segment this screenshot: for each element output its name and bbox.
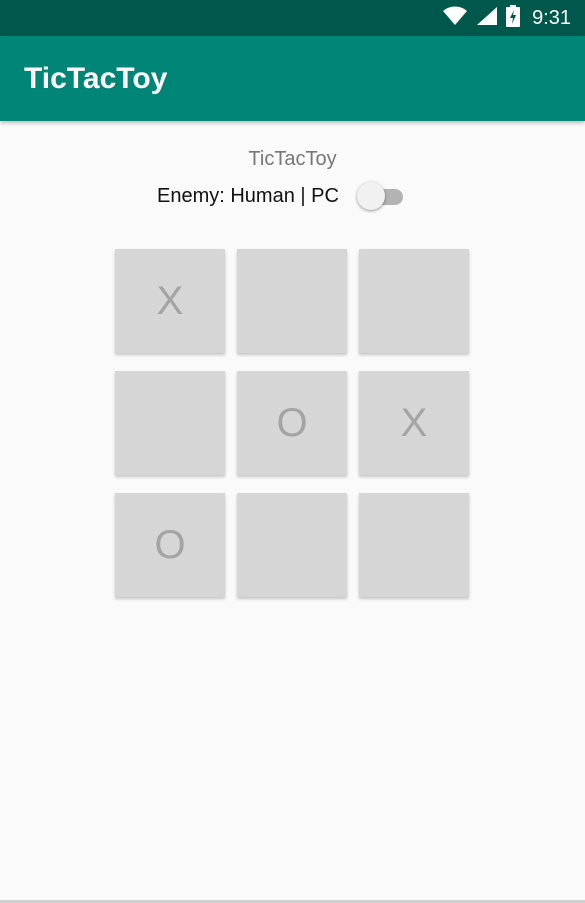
board-cell-1-0[interactable] <box>115 371 225 475</box>
enemy-toggle-switch[interactable] <box>355 180 407 212</box>
status-icons: 9:31 <box>442 0 571 36</box>
cell-signal-icon <box>476 6 498 31</box>
wifi-icon <box>442 6 468 31</box>
game-board: X O X O <box>115 249 470 599</box>
board-cell-1-1[interactable]: O <box>237 371 347 475</box>
status-time: 9:31 <box>532 6 571 29</box>
board-cell-0-2[interactable] <box>359 249 469 353</box>
status-bar: 9:31 <box>0 0 585 36</box>
app-title: TicTacToy <box>24 61 168 95</box>
board-cell-2-0[interactable]: O <box>115 493 225 597</box>
board-cell-0-0[interactable]: X <box>115 249 225 353</box>
game-subtitle: TicTacToy <box>248 148 337 170</box>
board-cell-2-1[interactable] <box>237 493 347 597</box>
battery-charging-icon <box>506 4 521 32</box>
board-cell-0-1[interactable] <box>237 249 347 353</box>
enemy-row: Enemy: Human | PC <box>157 180 407 212</box>
board-cell-2-2[interactable] <box>359 493 469 597</box>
switch-thumb <box>356 182 385 210</box>
app-bar: TicTacToy <box>0 36 585 121</box>
enemy-label: Enemy: Human | PC <box>157 184 339 207</box>
board-cell-1-2[interactable]: X <box>359 371 469 475</box>
